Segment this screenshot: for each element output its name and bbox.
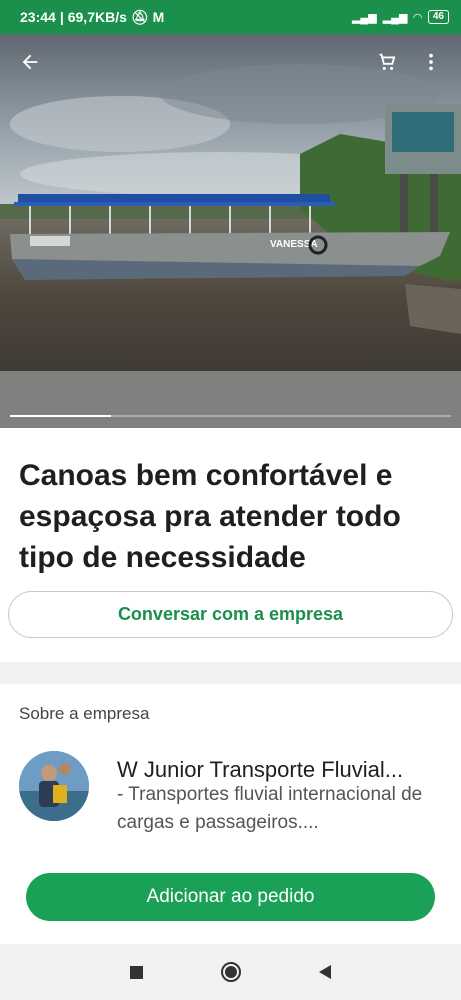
chat-with-company-button[interactable]: Conversar com a empresa bbox=[8, 591, 453, 638]
cart-icon[interactable] bbox=[369, 44, 405, 80]
recents-icon[interactable] bbox=[130, 965, 143, 979]
status-network-speed: 69,7KB/s bbox=[67, 9, 127, 25]
hero-toolbar bbox=[0, 34, 461, 90]
home-icon[interactable] bbox=[221, 962, 241, 982]
hero-actions bbox=[369, 44, 449, 80]
carousel-progress-fill bbox=[10, 415, 112, 417]
status-time: 23:44 bbox=[20, 9, 56, 25]
battery-icon: 46 bbox=[427, 10, 449, 24]
boat-photo: VANESSA bbox=[0, 34, 461, 428]
more-vert-icon[interactable] bbox=[413, 44, 449, 80]
company-avatar[interactable] bbox=[19, 751, 89, 821]
status-right: ▂▄▆ ▂▄▆ ◠ 46 bbox=[352, 10, 449, 24]
mute-icon: 🔕︎ bbox=[130, 8, 149, 25]
listing-title: Canoas bem confortável e espaçosa pra at… bbox=[19, 459, 401, 574]
about-company-label: Sobre a empresa bbox=[19, 704, 150, 723]
status-separator: | bbox=[59, 9, 64, 25]
carousel-progress-track bbox=[10, 415, 451, 417]
company-name[interactable]: W Junior Transporte Fluvial... bbox=[117, 757, 437, 783]
status-left: 23:44 | 69,7KB/s 🔕︎ M bbox=[20, 9, 352, 26]
section-divider bbox=[0, 662, 461, 684]
arrow-left-icon[interactable] bbox=[12, 44, 48, 80]
add-to-order-button[interactable]: Adicionar ao pedido bbox=[26, 873, 435, 921]
wifi-icon: ◠ bbox=[413, 11, 422, 24]
hero-image-carousel[interactable]: VANESSA bbox=[0, 34, 461, 428]
avatar-image bbox=[19, 751, 89, 821]
signal-icon: ▂▄▆ bbox=[351, 11, 377, 24]
back-icon[interactable] bbox=[319, 965, 331, 979]
mail-icon: M bbox=[152, 9, 165, 25]
signal-icon-2: ▂▄▆ bbox=[382, 11, 408, 24]
system-nav-bar bbox=[0, 944, 461, 1000]
company-description: - Transportes fluvial internacional de c… bbox=[117, 784, 423, 833]
status-bar: 23:44 | 69,7KB/s 🔕︎ M ▂▄▆ ▂▄▆ ◠ 46 bbox=[0, 0, 461, 34]
